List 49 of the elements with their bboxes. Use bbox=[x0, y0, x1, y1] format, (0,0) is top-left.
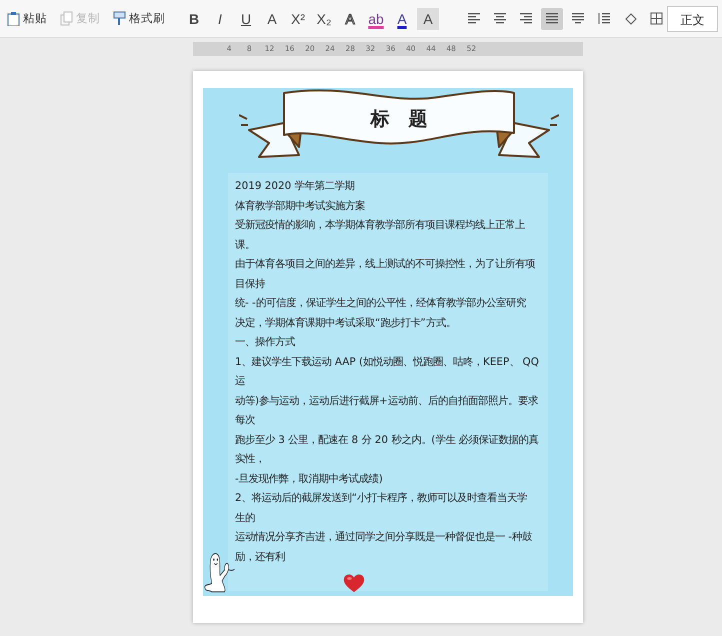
text-line: 运动情况分享齐吉进，通过同学之间分享既是一种督促也是一 -种鼓 bbox=[235, 530, 534, 545]
text-line: 动等)参与运动，运动后进行截屏+运动前、后的自拍面部照片。要求 bbox=[235, 394, 539, 408]
text-line: 1、建议学生下载运动 AAP (如悦动圈、悦跑圈、咕咚，KEEP、 QQ bbox=[235, 354, 540, 370]
fontcolor-button[interactable]: A bbox=[391, 8, 413, 30]
underline-button[interactable]: U bbox=[235, 8, 257, 30]
text-line: -旦发现作弊，取消期中考试成绩) bbox=[235, 472, 384, 486]
cartoon-figure-drawing bbox=[204, 550, 235, 594]
align-right-icon bbox=[520, 12, 532, 25]
outline-button[interactable]: A bbox=[339, 8, 361, 30]
borders-icon bbox=[650, 12, 662, 25]
clipboard-icon bbox=[6, 11, 21, 26]
plain-button[interactable]: A bbox=[261, 8, 283, 30]
text-line: 跑步至少 3 公里，配速在 8 分 20 秒之内。(学生 必须保证数据的真 bbox=[235, 432, 540, 448]
text-box[interactable] bbox=[228, 173, 548, 591]
text-line: 2、将运动后的截屏发送到“小打卡程序，教师可以及时查看当天学 bbox=[235, 491, 528, 506]
format-painter-button[interactable]: 格式刷 bbox=[110, 10, 167, 28]
text-line: 运 bbox=[235, 374, 246, 389]
text-line: 励，还有利 bbox=[235, 550, 286, 564]
shading-icon bbox=[624, 12, 636, 25]
highlight-button[interactable]: ab bbox=[365, 8, 387, 30]
justify-button[interactable] bbox=[541, 8, 563, 30]
subscript-button[interactable]: X₂ bbox=[313, 8, 335, 30]
italic-button[interactable]: I bbox=[209, 8, 231, 30]
heart-icon bbox=[343, 573, 365, 593]
distribute-icon bbox=[572, 12, 584, 25]
text-line: 决定，学期体育课期中考试采取“跑步打卡”方式。 bbox=[235, 316, 457, 330]
text-line: 课。 bbox=[235, 238, 256, 252]
paste-button[interactable]: 粘贴 bbox=[4, 10, 49, 28]
text-line: 体育教学部期中考试实施方案 bbox=[235, 198, 366, 214]
text-line: 每次 bbox=[235, 413, 256, 428]
text-line: 由于体育各项目之间的差异，线上测试的不可操控性，为了让所有项 bbox=[235, 257, 536, 272]
shade-button[interactable]: A bbox=[417, 8, 439, 30]
brush-icon bbox=[112, 11, 127, 26]
document-title: 标 题 bbox=[369, 107, 428, 132]
style-preset[interactable]: 正文 bbox=[667, 6, 718, 32]
align-left-icon bbox=[468, 12, 480, 25]
superscript-button[interactable]: X² bbox=[287, 8, 309, 30]
copy-icon bbox=[59, 11, 74, 26]
text-line: 实性， bbox=[235, 452, 266, 467]
align-center-icon bbox=[494, 12, 506, 25]
text-line: 2019 2020 学年第二学期 bbox=[235, 179, 356, 194]
text-line: 一、操作方式 bbox=[235, 335, 296, 350]
justify-icon bbox=[546, 12, 558, 25]
text-line: 统- -的可信度，保证学生之间的公平性，经体育教学部办公室研究 bbox=[235, 296, 527, 311]
text-line: 生的 bbox=[235, 510, 256, 526]
bold-button[interactable]: B bbox=[183, 8, 205, 30]
line-spacing-icon bbox=[598, 12, 610, 25]
text-line: 受新冠疫情的影响，本学期体育教学部所有项目课程均线上正常上 bbox=[235, 218, 526, 233]
text-line: 目保持 bbox=[235, 276, 266, 292]
